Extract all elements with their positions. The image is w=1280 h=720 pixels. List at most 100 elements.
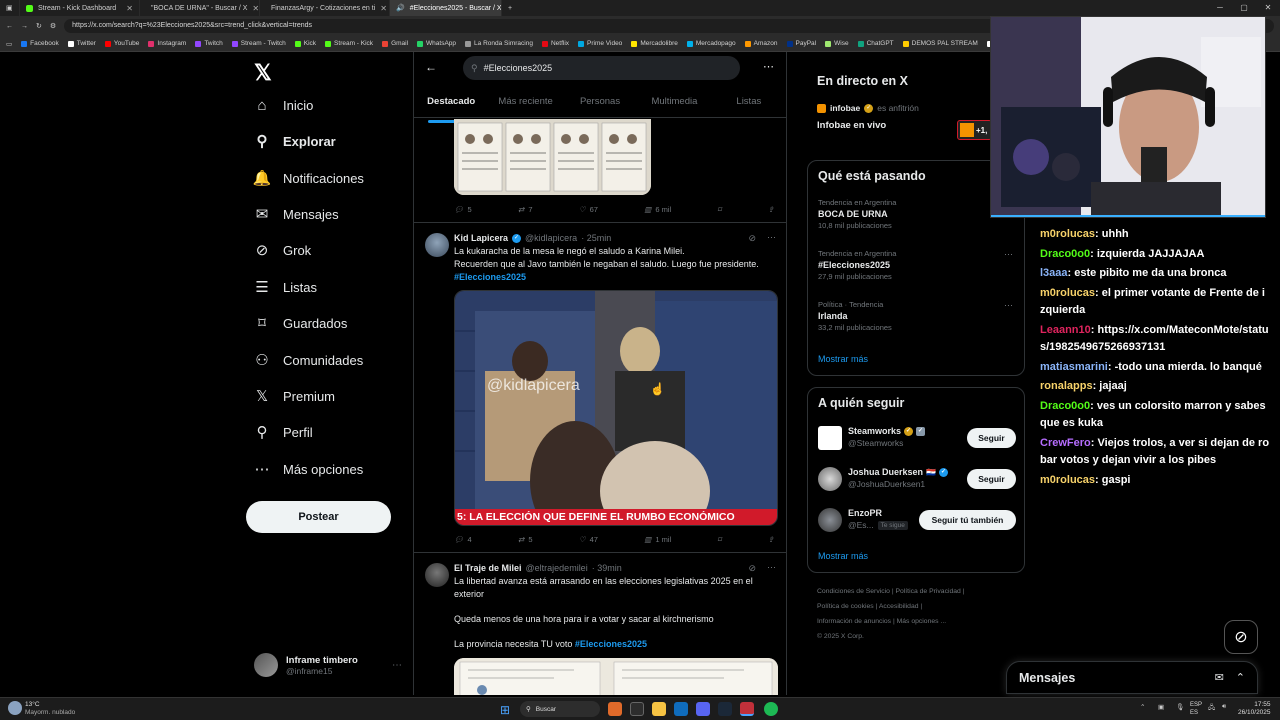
- grok-icon[interactable]: ⊘: [748, 233, 756, 244]
- trend-item[interactable]: Tendencia en Argentina #Elecciones2025 2…: [818, 249, 896, 281]
- more-icon[interactable]: ⋯: [1004, 249, 1013, 260]
- weather-widget[interactable]: 13°C Mayorm. nublado: [25, 701, 75, 717]
- bookmark-item[interactable]: La Ronda Simracing: [465, 40, 533, 47]
- bookmark-item[interactable]: ChatGPT: [857, 40, 894, 47]
- tweet-handle[interactable]: @kidlapicera: [525, 233, 577, 243]
- bookmark-item[interactable]: Gmail: [382, 40, 408, 47]
- hashtag-link[interactable]: #Elecciones2025: [575, 639, 647, 649]
- trend-item[interactable]: Política · Tendencia Irlanda 33,2 mil pu…: [818, 300, 892, 332]
- bookmark-item[interactable]: Twitch: [195, 40, 223, 47]
- back-arrow-icon[interactable]: ←: [425, 60, 437, 74]
- browser-tab-boca[interactable]: "BOCA DE URNA" - Buscar / X ✕: [140, 0, 260, 16]
- avatar[interactable]: [425, 233, 449, 257]
- maximize-icon[interactable]: ▢: [1232, 0, 1256, 16]
- new-tab-button[interactable]: +: [502, 0, 518, 16]
- edge-icon[interactable]: [674, 702, 688, 716]
- bookmark-item[interactable]: WhatsApp: [417, 40, 456, 47]
- more-icon[interactable]: ⋯: [763, 60, 774, 73]
- follow-button[interactable]: Seguir: [967, 428, 1016, 448]
- tweet-author[interactable]: El Traje de Milei: [454, 563, 522, 573]
- live-stream-name[interactable]: Infobae en vivo: [817, 120, 886, 131]
- more-icon[interactable]: ⋯: [767, 232, 776, 243]
- show-more-link[interactable]: Mostrar más: [818, 551, 868, 561]
- chat-username[interactable]: matiasmarini: [1040, 361, 1108, 373]
- follow-user[interactable]: Steamworks ✓ ✓ @Steamworks: [848, 426, 926, 448]
- post-button[interactable]: Postear: [246, 501, 391, 533]
- task-view-icon[interactable]: [630, 702, 644, 716]
- minimize-icon[interactable]: ─: [1208, 0, 1232, 16]
- clock[interactable]: 17:55 26/10/2025: [1238, 701, 1271, 717]
- views-button[interactable]: ▥ 6 mil: [644, 205, 671, 214]
- like-button[interactable]: ♡ 47: [579, 535, 598, 544]
- footer-link[interactable]: Política de Privacidad: [895, 588, 960, 595]
- bookmark-item[interactable]: Instagram: [148, 40, 186, 47]
- sidebar-item-grok[interactable]: ⊘ Grok: [254, 242, 311, 259]
- sidebar-item-premium[interactable]: 𝕏 Premium: [254, 388, 335, 405]
- chat-username[interactable]: Leaann10: [1040, 324, 1091, 336]
- bookmark-item[interactable]: Twitter: [67, 40, 96, 47]
- spotify-icon[interactable]: [764, 702, 778, 716]
- hashtag-link[interactable]: #Elecciones2025: [454, 271, 784, 284]
- messages-drawer[interactable]: Mensajes ✉ ⌃: [1006, 661, 1258, 694]
- avatar[interactable]: [818, 508, 842, 532]
- footer-link[interactable]: Accesibilidad: [879, 603, 919, 610]
- tweet-author[interactable]: Kid Lapicera: [454, 233, 508, 243]
- search-input[interactable]: ⚲ #Elecciones2025: [463, 56, 740, 80]
- close-icon[interactable]: ✕: [126, 4, 133, 13]
- trend-item[interactable]: Tendencia en Argentina BOCA DE URNA 10,8…: [818, 198, 896, 230]
- live-listeners[interactable]: +1,: [957, 120, 992, 140]
- follow-user[interactable]: EnzoPR @Es... Te sigue: [848, 508, 908, 530]
- site-info-icon[interactable]: ⚙: [50, 22, 56, 30]
- more-icon[interactable]: ⋯: [392, 660, 402, 671]
- chat-username[interactable]: m0rolucas: [1040, 287, 1095, 299]
- discord-icon[interactable]: [696, 702, 710, 716]
- bookmark-item[interactable]: Facebook: [21, 40, 59, 47]
- grok-button[interactable]: ⊘: [1224, 620, 1258, 654]
- back-icon[interactable]: ←: [6, 23, 13, 30]
- tray-chevron-icon[interactable]: ⌃: [1140, 703, 1145, 711]
- bookmark-item[interactable]: Stream - Twitch: [231, 40, 286, 47]
- tweet-time[interactable]: · 25min: [581, 233, 611, 243]
- bookmark-item[interactable]: DEMOS PAL STREAM: [902, 40, 978, 47]
- tray-app-icon[interactable]: ▣: [1158, 703, 1164, 711]
- chat-username[interactable]: ronalapps: [1040, 380, 1093, 392]
- avatar[interactable]: [818, 426, 842, 450]
- follow-user[interactable]: Joshua Duerksen 🇵🇾 ✓ @JoshuaDuerksen1: [848, 467, 948, 489]
- retweet-button[interactable]: ⇄ 5: [518, 535, 532, 544]
- tweet-time[interactable]: · 39min: [592, 563, 622, 573]
- tab-listas[interactable]: Listas: [712, 92, 786, 117]
- grok-icon[interactable]: ⊘: [748, 563, 756, 574]
- file-explorer-icon[interactable]: [652, 702, 666, 716]
- reply-button[interactable]: 💬︎ 4: [454, 535, 472, 544]
- sidebar-item-mensajes[interactable]: ✉ Mensajes: [254, 206, 339, 223]
- apps-icon[interactable]: ▭: [6, 40, 12, 48]
- bookmark-item[interactable]: YouTube: [104, 40, 139, 47]
- bookmark-button[interactable]: ⌑: [718, 535, 722, 544]
- footer-link[interactable]: Política de cookies: [817, 603, 874, 610]
- bookmark-item[interactable]: PayPal: [786, 40, 816, 47]
- network-icon[interactable]: 🖧: [1208, 703, 1215, 714]
- app-icon[interactable]: [608, 702, 622, 716]
- browser-tab-kick[interactable]: Stream - Kick Dashboard ✕: [20, 0, 140, 16]
- more-icon[interactable]: ⋯: [767, 562, 776, 573]
- follow-button[interactable]: Seguir: [967, 469, 1016, 489]
- bookmark-item[interactable]: Amazon: [744, 40, 778, 47]
- sidebar-item-listas[interactable]: ☰ Listas: [254, 279, 317, 296]
- language-indicator[interactable]: ESP ES: [1190, 701, 1202, 717]
- chat-username[interactable]: Draco0o0: [1040, 400, 1090, 412]
- bookmark-item[interactable]: Netflix: [541, 40, 569, 47]
- views-button[interactable]: ▥ 1 mil: [644, 535, 671, 544]
- tab-destacado[interactable]: Destacado: [414, 92, 488, 123]
- sidebar-item-mas-opciones[interactable]: ⋯ Más opciones: [254, 461, 364, 478]
- footer-link[interactable]: Condiciones de Servicio: [817, 588, 890, 595]
- footer-link[interactable]: Más opciones ...: [897, 618, 947, 625]
- footer-link[interactable]: Información de anuncios: [817, 618, 891, 625]
- tray-mic-icon[interactable]: 🎙︎: [1176, 703, 1184, 711]
- avatar[interactable]: [818, 467, 842, 491]
- follow-back-button[interactable]: Seguir tú también: [919, 510, 1016, 530]
- share-button[interactable]: ⇪: [768, 205, 774, 214]
- windows-start-icon[interactable]: ⊞: [500, 703, 510, 717]
- sidebar-item-perfil[interactable]: ⚲ Perfil: [254, 424, 313, 441]
- browser-tab-elecciones[interactable]: 🔊#Elecciones2025 - Buscar / X✕: [390, 0, 502, 16]
- live-host[interactable]: infobae ✓ es anfitrión: [817, 103, 919, 113]
